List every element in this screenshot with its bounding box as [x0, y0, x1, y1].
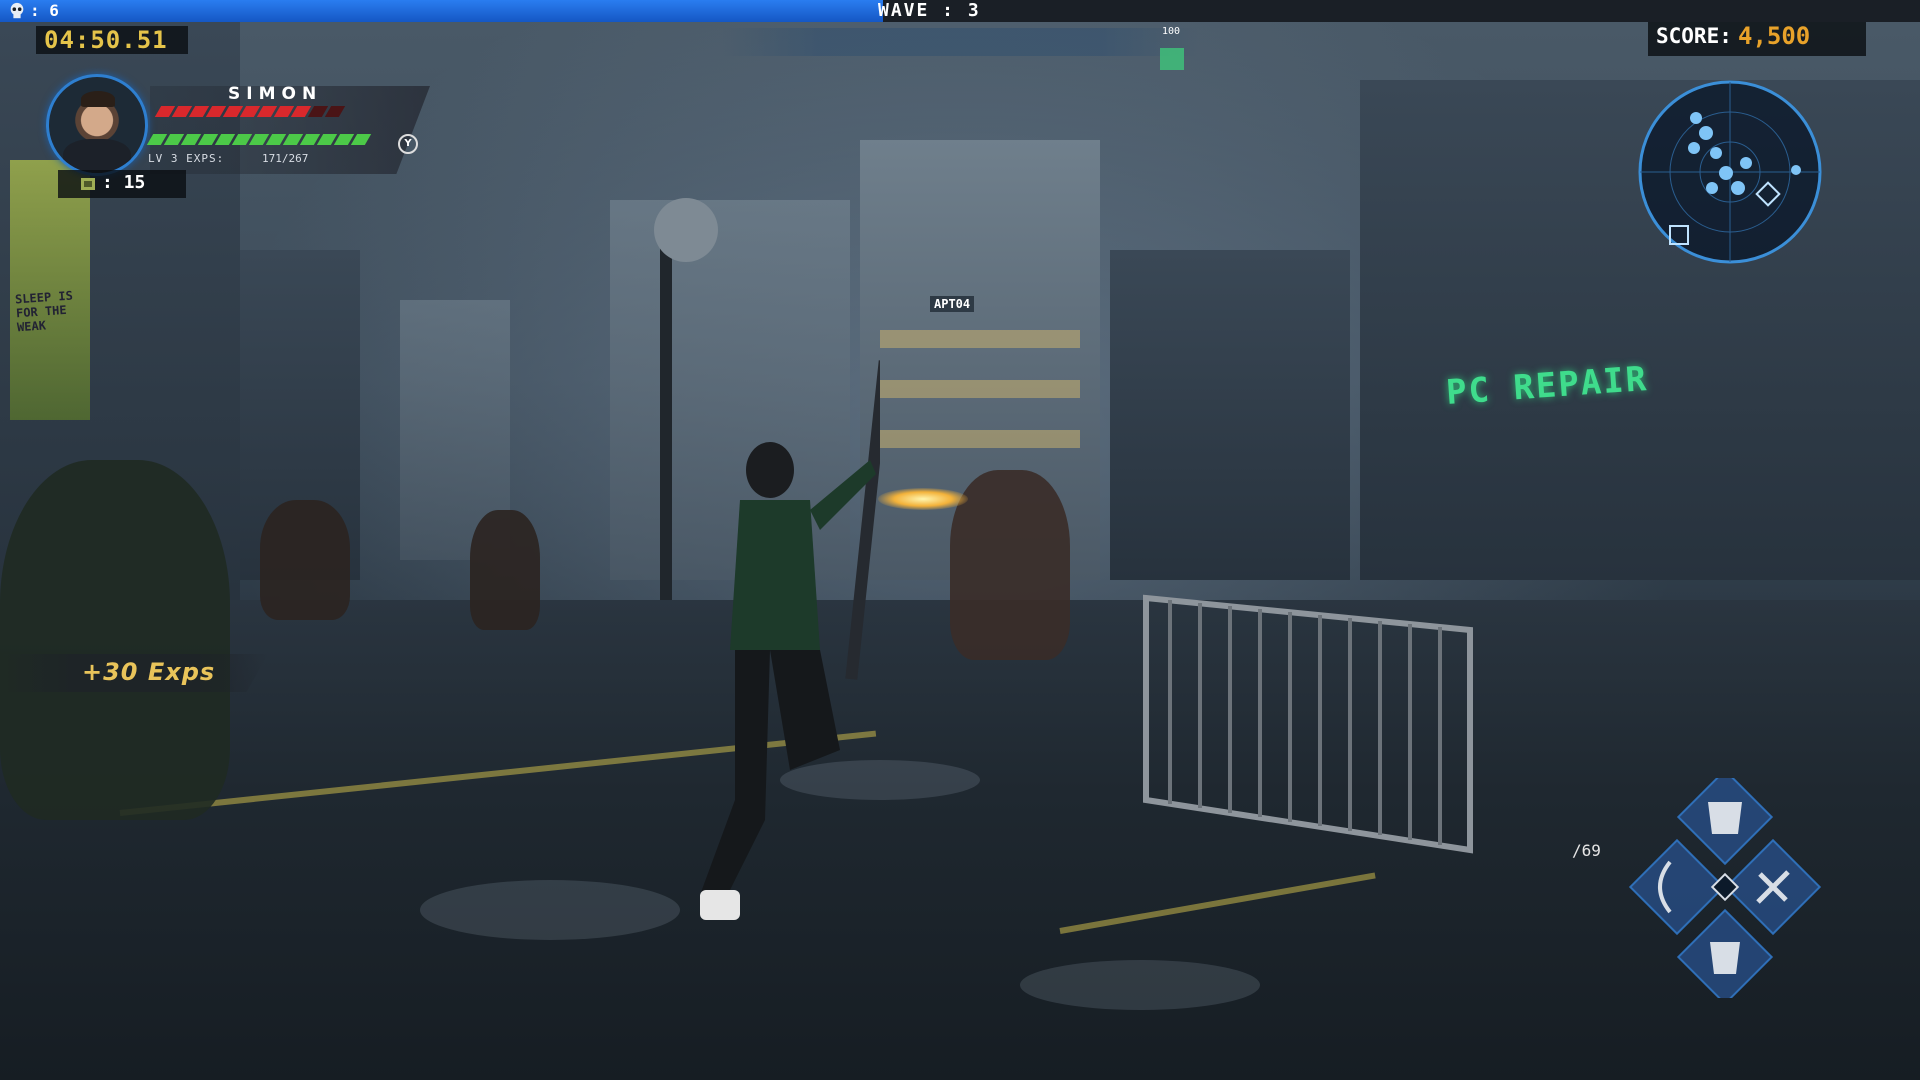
- level-label: LV 3 EXPS:: [148, 152, 225, 165]
- enemy-creature: [0, 460, 230, 820]
- objective-bar: [722, 28, 1198, 56]
- exp-value: 171/267: [262, 152, 309, 165]
- stamina-bar: [146, 134, 372, 145]
- window: [880, 380, 1080, 398]
- player-name: SIMON: [228, 84, 323, 104]
- right-mid-building: [1110, 250, 1350, 580]
- score-label: SCORE:: [1656, 24, 1732, 48]
- avatar-hair: [81, 91, 115, 107]
- skull-icon: [10, 2, 24, 19]
- ammo-icon: [81, 178, 95, 190]
- street-lamp: [654, 198, 718, 262]
- exp-gain-text: +30 Exps: [82, 658, 216, 686]
- kill-counter: : 6: [30, 1, 59, 20]
- enemy-creature: [470, 510, 540, 630]
- wave-label: WAVE : 3: [878, 0, 981, 21]
- y-button-icon: Y: [398, 134, 418, 154]
- window: [880, 430, 1080, 448]
- billboard-text: SLEEP IS FOR THE WEAK: [14, 288, 74, 335]
- health-bar: [154, 106, 346, 117]
- ammo-reserve: /69: [1572, 841, 1601, 860]
- boots-icon[interactable]: [1710, 942, 1740, 974]
- minimap[interactable]: [1636, 78, 1824, 266]
- enemy-creature: [260, 500, 350, 620]
- objective-value: 100: [1162, 26, 1181, 37]
- puddle: [1020, 960, 1260, 1010]
- wave-progress-fill: [0, 0, 884, 22]
- weapon-wheel[interactable]: [1610, 778, 1840, 998]
- window: [880, 330, 1080, 348]
- ammo-count: : 15: [102, 172, 146, 193]
- metal-barricade: [1143, 594, 1473, 854]
- player-character: [700, 360, 880, 920]
- enemy-creature: [950, 470, 1070, 660]
- apartment-sign: APT04: [930, 296, 975, 312]
- objective-icon: [1160, 48, 1184, 70]
- timer-panel: 04:50.51: [36, 26, 188, 54]
- armor-icon[interactable]: [1708, 802, 1742, 834]
- score-value: 4,500: [1738, 22, 1811, 50]
- timer-text: 04:50.51: [44, 26, 168, 54]
- player-avatar: [46, 74, 148, 176]
- fire-arrow: [878, 488, 968, 510]
